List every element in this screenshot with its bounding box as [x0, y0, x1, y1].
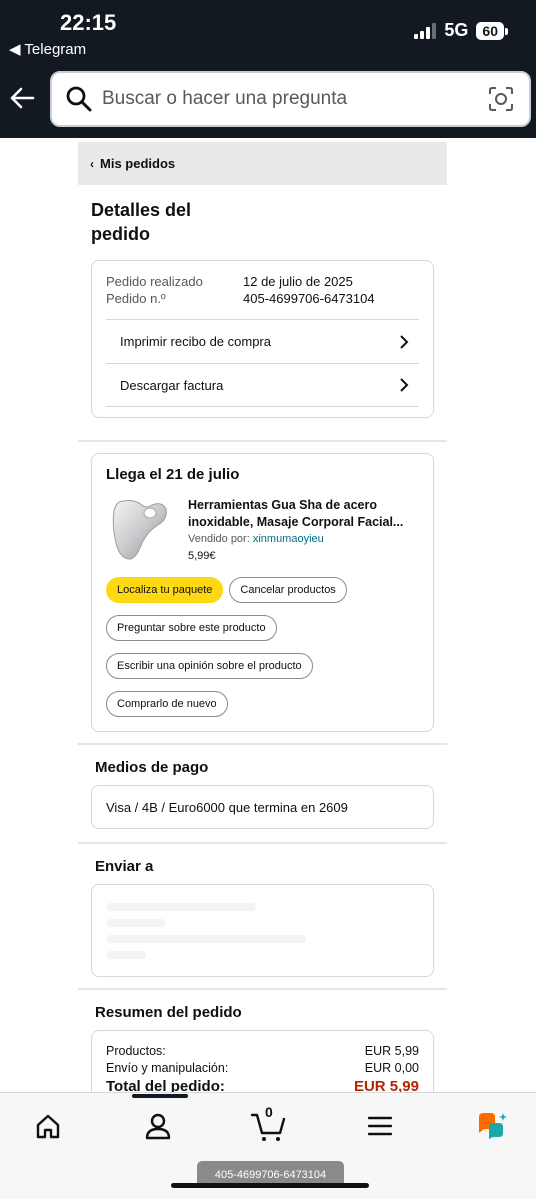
- cart-count: 0: [265, 1104, 273, 1120]
- battery-icon: 60: [476, 21, 508, 40]
- divider: [78, 743, 447, 745]
- breadcrumb[interactable]: ‹ Mis pedidos: [78, 142, 447, 185]
- shipping-cost-value: EUR 0,00: [364, 1061, 419, 1075]
- product-item[interactable]: Herramientas Gua Sha de acero inoxidable…: [106, 497, 419, 563]
- divider: [78, 988, 447, 990]
- summary-products-row: Productos: EUR 5,99: [106, 1043, 419, 1060]
- product-name[interactable]: Herramientas Gua Sha de acero inoxidable…: [188, 497, 419, 531]
- back-to-telegram[interactable]: ◀ Telegram: [9, 40, 86, 58]
- order-date-label: Pedido realizado: [106, 274, 203, 289]
- shipping-cost-label: Envío y manipulación:: [106, 1061, 229, 1075]
- blurred-address-line: [106, 951, 146, 959]
- ask-question-button[interactable]: Preguntar sobre este producto: [106, 615, 277, 641]
- rufus-assistant-icon: [479, 1113, 507, 1139]
- chevron-right-icon: [400, 378, 409, 392]
- status-time: 22:15: [60, 10, 117, 35]
- order-date-row: Pedido realizado 12 de julio de 2025: [106, 273, 419, 290]
- payment-card: Visa / 4B / Euro6000 que termina en 2609: [91, 785, 434, 829]
- print-receipt-link[interactable]: Imprimir recibo de compra: [106, 319, 419, 363]
- arrival-date: Llega el 21 de julio: [106, 466, 240, 483]
- cancel-items-button[interactable]: Cancelar productos: [229, 577, 347, 603]
- shipment-card: Llega el 21 de julio Herramientas Gua Sh…: [91, 453, 434, 732]
- products-value: EUR 5,99: [364, 1044, 419, 1058]
- divider: [78, 842, 447, 844]
- sold-by-label: Vendido por:: [188, 533, 250, 545]
- menu-icon: [367, 1116, 393, 1136]
- blurred-address-line: [106, 903, 256, 911]
- shipping-address-card: [91, 884, 434, 977]
- order-number-label: Pedido n.º: [106, 291, 166, 306]
- seller-line: Vendido por: xinmumaoyieu: [188, 533, 419, 545]
- print-receipt-label: Imprimir recibo de compra: [120, 334, 271, 349]
- search-bar[interactable]: Buscar o hacer una pregunta: [50, 71, 531, 127]
- blurred-address-line: [106, 935, 306, 943]
- order-date-value: 12 de julio de 2025: [243, 274, 353, 289]
- divider: [78, 440, 447, 442]
- summary-shipping-row: Envío y manipulación: EUR 0,00: [106, 1060, 419, 1077]
- chevron-right-icon: [400, 334, 409, 349]
- order-details-content: ‹ Mis pedidos Detalles del pedido Pedido…: [78, 142, 447, 1108]
- shipment-actions: Localiza tu paquete Cancelar productos P…: [106, 577, 419, 717]
- nav-account[interactable]: [140, 1108, 176, 1144]
- product-price: 5,99€: [188, 550, 216, 562]
- home-indicator[interactable]: [171, 1183, 369, 1188]
- download-invoice-label: Descargar factura: [120, 377, 224, 393]
- chevron-left-icon: ‹: [90, 156, 94, 171]
- page-title: Detalles del pedido: [91, 200, 192, 244]
- product-info: Herramientas Gua Sha de acero inoxidable…: [188, 497, 419, 563]
- track-package-button[interactable]: Localiza tu paquete: [106, 577, 224, 603]
- network-label: 5G: [444, 20, 469, 40]
- download-invoice-link[interactable]: Descargar factura: [106, 363, 419, 407]
- breadcrumb-label[interactable]: Mis pedidos: [100, 156, 175, 171]
- nav-menu[interactable]: [362, 1108, 398, 1144]
- search-icon: [66, 86, 92, 112]
- buy-again-button[interactable]: Comprarlo de nuevo: [106, 691, 228, 717]
- order-number-value: 405-4699706-6473104: [243, 291, 375, 306]
- shipping-title: Enviar a: [95, 858, 154, 875]
- status-indicators: 5G 60: [414, 20, 508, 41]
- signal-icon: [414, 22, 437, 39]
- order-info-card: Pedido realizado 12 de julio de 2025 Ped…: [91, 260, 434, 418]
- order-number-row: Pedido n.º 405-4699706-6473104: [106, 290, 419, 307]
- payment-method: Visa / 4B / Euro6000 que termina en 2609: [106, 799, 348, 815]
- active-tab-indicator: [132, 1094, 188, 1098]
- back-arrow-icon[interactable]: [8, 84, 36, 112]
- product-image[interactable]: [106, 497, 174, 563]
- home-icon: [36, 1114, 60, 1139]
- products-label: Productos:: [106, 1044, 166, 1058]
- seller-link[interactable]: xinmumaoyieu: [253, 533, 324, 545]
- nav-cart[interactable]: 0: [250, 1104, 286, 1144]
- camera-lens-icon[interactable]: [487, 85, 515, 113]
- write-review-button[interactable]: Escribir una opinión sobre el producto: [106, 653, 313, 679]
- payment-title: Medios de pago: [95, 759, 209, 776]
- blurred-address-line: [106, 919, 166, 927]
- summary-title: Resumen del pedido: [95, 1004, 242, 1021]
- nav-home[interactable]: [30, 1108, 66, 1144]
- person-icon: [145, 1113, 171, 1140]
- nav-rufus[interactable]: [474, 1108, 510, 1144]
- search-input[interactable]: Buscar o hacer una pregunta: [102, 88, 487, 110]
- order-links: Imprimir recibo de compra Descargar fact…: [106, 319, 419, 407]
